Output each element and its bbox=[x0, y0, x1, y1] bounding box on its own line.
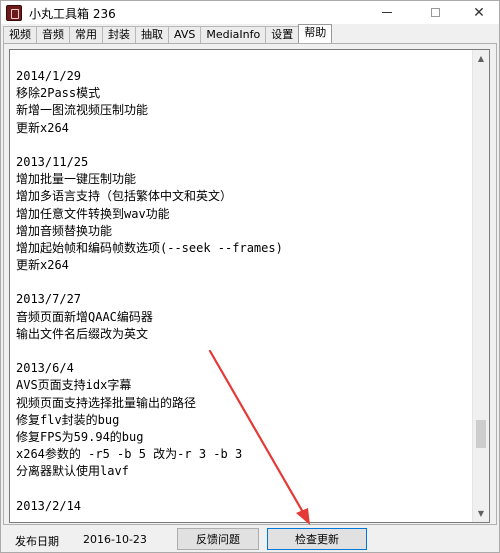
tab-mux[interactable]: 封装 bbox=[102, 26, 136, 43]
tab-avs[interactable]: AVS bbox=[168, 26, 202, 43]
changelog-line: 增加音频替换功能 bbox=[16, 223, 113, 238]
tab-video[interactable]: 视频 bbox=[3, 26, 37, 43]
close-button[interactable]: ✕ bbox=[457, 1, 500, 24]
changelog-line: 修复flv封装的bug bbox=[16, 412, 120, 427]
changelog-line bbox=[16, 137, 466, 154]
changelog-line: 音频页面新增QAAC编码器 bbox=[16, 309, 153, 324]
tab-help[interactable]: 帮助 bbox=[298, 24, 333, 43]
changelog-line bbox=[16, 343, 466, 360]
changelog-line: 更新x264 bbox=[16, 120, 69, 135]
changelog-line: 2013/11/25 bbox=[16, 154, 89, 169]
changelog-line: 2013/2/14 bbox=[16, 498, 82, 513]
scroll-down-button[interactable]: ▼ bbox=[473, 505, 489, 522]
changelog-line bbox=[16, 481, 466, 498]
changelog-textarea[interactable]: 2014/1/29 移除2Pass模式新增一图流视频压制功能 更新x264 2013/… bbox=[9, 49, 490, 523]
scroll-thumb[interactable] bbox=[476, 419, 486, 448]
changelog-line: 修复FPS为59.94的bug bbox=[16, 429, 144, 444]
feedback-button[interactable]: 反馈问题 bbox=[177, 528, 259, 550]
minimize-button[interactable] bbox=[365, 1, 409, 24]
changelog-line: 增加多语言支持（包括繁体中文和英文） bbox=[16, 189, 233, 204]
tab-extract[interactable]: 抽取 bbox=[135, 26, 169, 43]
changelog-line: 增加任意文件转换到wav功能 bbox=[16, 206, 170, 221]
changelog-line: 视频页面支持选择批量输出的路径 bbox=[16, 395, 197, 410]
changelog-line: 2014/1/29 bbox=[16, 69, 82, 83]
title-bar[interactable]: 小丸工具箱 236 ✕ bbox=[1, 1, 499, 24]
tab-common[interactable]: 常用 bbox=[69, 26, 103, 43]
tab-settings[interactable]: 设置 bbox=[265, 26, 300, 43]
app-logo-icon bbox=[6, 5, 22, 21]
release-date-value: 2016-10-23 bbox=[83, 533, 147, 546]
changelog-line: x264参数的 -r5 -b 5 改为-r 3 -b 3 bbox=[16, 447, 243, 462]
changelog-line: AVS页面支持idx字幕 bbox=[16, 378, 132, 393]
changelog-line: 2013/6/4 bbox=[16, 361, 74, 376]
release-date-label: 发布日期 bbox=[15, 535, 59, 548]
window-title: 小丸工具箱 236 bbox=[29, 7, 116, 21]
app-window: 小丸工具箱 236 ✕ 视频 音频 常用 封装 抽取 AVS MediaInfo… bbox=[0, 0, 500, 553]
chevron-down-icon: ▼ bbox=[477, 509, 485, 518]
check-update-button[interactable]: 检查更新 bbox=[267, 528, 367, 550]
changelog-line: 2013/7/27 bbox=[16, 292, 82, 307]
changelog-line: 增加起始帧和编码帧数选项(--seek --frames) bbox=[16, 240, 283, 255]
chevron-up-icon: ▲ bbox=[477, 54, 485, 63]
changelog-line: 移除2Pass模式 bbox=[16, 86, 101, 101]
tab-mediainfo[interactable]: MediaInfo bbox=[200, 26, 267, 43]
tab-audio[interactable]: 音频 bbox=[36, 26, 70, 43]
changelog-line: 分离器默认使用lavf bbox=[16, 464, 129, 479]
changelog-line: 增加批量一键压制功能 bbox=[16, 172, 137, 187]
maximize-button[interactable] bbox=[413, 1, 457, 24]
changelog-line: 更新x264 bbox=[16, 258, 69, 273]
tab-bar: 视频 音频 常用 封装 抽取 AVS MediaInfo 设置 帮助 bbox=[3, 24, 333, 43]
maximize-icon bbox=[430, 8, 440, 17]
scroll-up-button[interactable]: ▲ bbox=[473, 50, 489, 67]
changelog-line: 输出文件名后缀改为英文 bbox=[16, 326, 149, 341]
changelog-text: 2014/1/29 移除2Pass模式新增一图流视频压制功能 更新x264 2013/… bbox=[16, 68, 466, 515]
minimize-icon bbox=[382, 12, 392, 13]
close-icon: ✕ bbox=[473, 4, 485, 21]
changelog-line bbox=[16, 274, 466, 291]
changelog-line: 新增一图流视频压制功能 bbox=[16, 103, 149, 118]
vertical-scrollbar[interactable]: ▲ ▼ bbox=[472, 50, 489, 522]
